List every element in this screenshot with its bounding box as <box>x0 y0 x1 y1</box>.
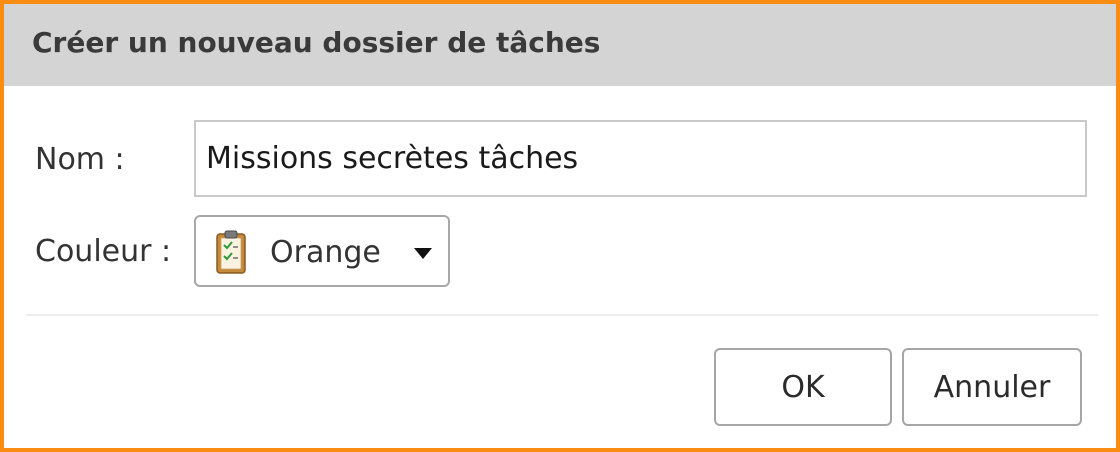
name-label: Nom : <box>35 142 125 177</box>
color-dropdown[interactable]: Orange <box>194 215 450 287</box>
clipboard-checklist-icon <box>216 230 246 274</box>
color-dropdown-value: Orange <box>270 235 381 270</box>
caret-down-icon <box>414 248 432 259</box>
create-task-folder-dialog: Créer un nouveau dossier de tâches Nom :… <box>0 0 1120 452</box>
dialog-titlebar: Créer un nouveau dossier de tâches <box>4 4 1116 86</box>
dialog-title: Créer un nouveau dossier de tâches <box>32 26 601 59</box>
ok-button[interactable]: OK <box>714 348 892 426</box>
cancel-button[interactable]: Annuler <box>902 348 1082 426</box>
name-input[interactable] <box>194 120 1087 197</box>
color-label: Couleur : <box>35 234 172 269</box>
footer-divider <box>26 314 1098 316</box>
